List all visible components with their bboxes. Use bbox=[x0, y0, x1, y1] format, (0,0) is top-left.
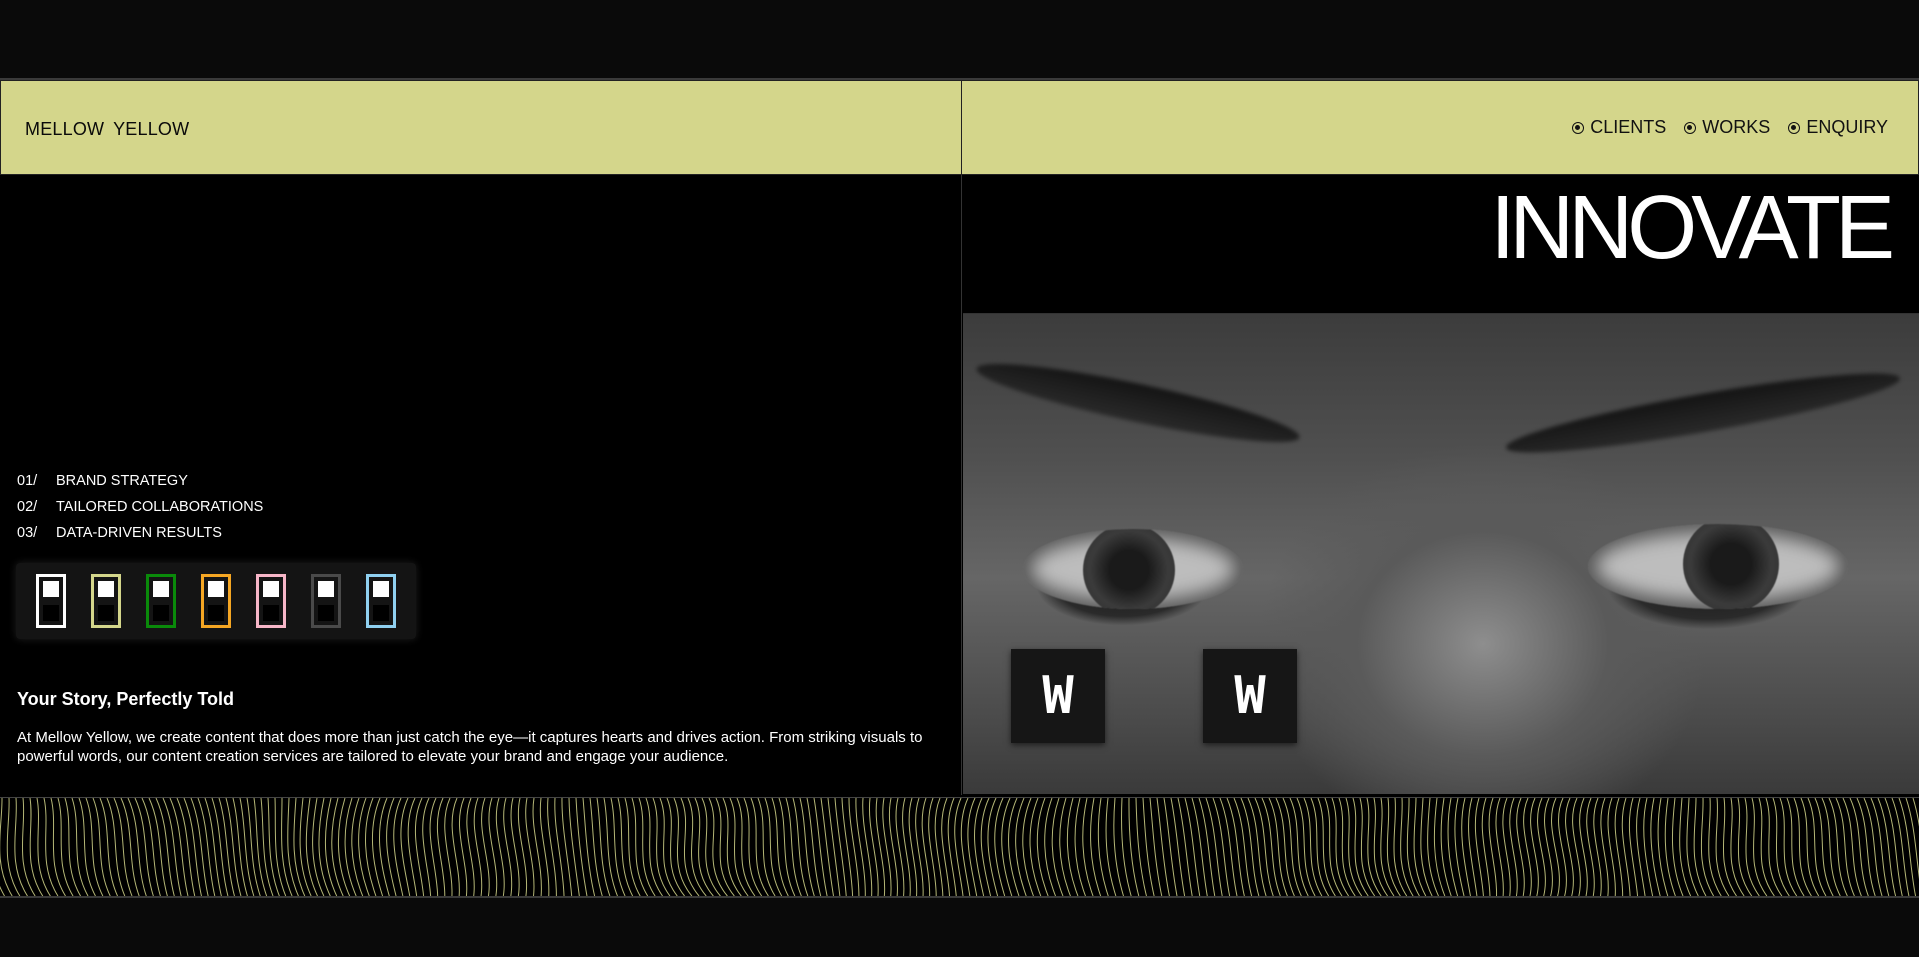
column-divider bbox=[961, 175, 962, 795]
services-list: 01/ BRAND STRATEGY 02/ TAILORED COLLABOR… bbox=[17, 468, 263, 546]
service-number: 02/ bbox=[17, 499, 38, 515]
service-label: BRAND STRATEGY bbox=[56, 473, 188, 489]
nav-enquiry-label: ENQUIRY bbox=[1806, 117, 1888, 137]
service-label: TAILORED COLLABORATIONS bbox=[56, 499, 264, 515]
main-nav: CLIENTS WORKS ENQUIRY bbox=[1572, 117, 1888, 138]
list-item: 02/ TAILORED COLLABORATIONS bbox=[17, 494, 263, 520]
nav-works[interactable]: WORKS bbox=[1684, 117, 1770, 138]
hero-headline: INNOVATE bbox=[1490, 178, 1895, 278]
nav-clients[interactable]: CLIENTS bbox=[1572, 117, 1666, 138]
right-eye bbox=[1588, 524, 1848, 609]
radio-dot-icon bbox=[1684, 121, 1697, 134]
list-item: 03/ DATA-DRIVEN RESULTS bbox=[17, 520, 263, 546]
service-number: 03/ bbox=[17, 525, 38, 541]
theme-swatch-3[interactable] bbox=[146, 574, 176, 628]
story-title: Your Story, Perfectly Told bbox=[17, 689, 235, 709]
line-pattern-decoration bbox=[0, 797, 1919, 896]
header-left-bar: MELLOW YELLOW bbox=[0, 80, 962, 175]
left-eyebrow bbox=[972, 350, 1304, 456]
nav-clients-label: CLIENTS bbox=[1590, 117, 1667, 137]
radio-dot-icon bbox=[1572, 121, 1585, 134]
left-eye bbox=[1023, 529, 1243, 609]
radio-dot-icon bbox=[1788, 121, 1801, 134]
nav-enquiry[interactable]: ENQUIRY bbox=[1788, 117, 1888, 138]
story-body: At Mellow Yellow, we create content that… bbox=[17, 729, 923, 765]
theme-swatch-7[interactable] bbox=[366, 574, 396, 628]
list-item: 01/ BRAND STRATEGY bbox=[17, 468, 263, 494]
nav-works-label: WORKS bbox=[1702, 117, 1771, 137]
header-right-bar: CLIENTS WORKS ENQUIRY bbox=[961, 80, 1919, 175]
right-eyebrow bbox=[1502, 359, 1904, 467]
theme-swatch-2[interactable] bbox=[91, 574, 121, 628]
service-number: 01/ bbox=[17, 473, 38, 489]
w-button-2[interactable]: W bbox=[1203, 649, 1297, 743]
theme-swatch-5[interactable] bbox=[256, 574, 286, 628]
hero-eyes-image: W W bbox=[963, 313, 1919, 794]
theme-swatch-1[interactable] bbox=[36, 574, 66, 628]
theme-swatch-picker bbox=[16, 563, 416, 639]
w-button-1[interactable]: W bbox=[1011, 649, 1105, 743]
theme-swatch-4[interactable] bbox=[201, 574, 231, 628]
brand-logo-text[interactable]: MELLOW YELLOW bbox=[25, 119, 189, 140]
service-label: DATA-DRIVEN RESULTS bbox=[56, 525, 222, 541]
theme-swatch-6[interactable] bbox=[311, 574, 341, 628]
